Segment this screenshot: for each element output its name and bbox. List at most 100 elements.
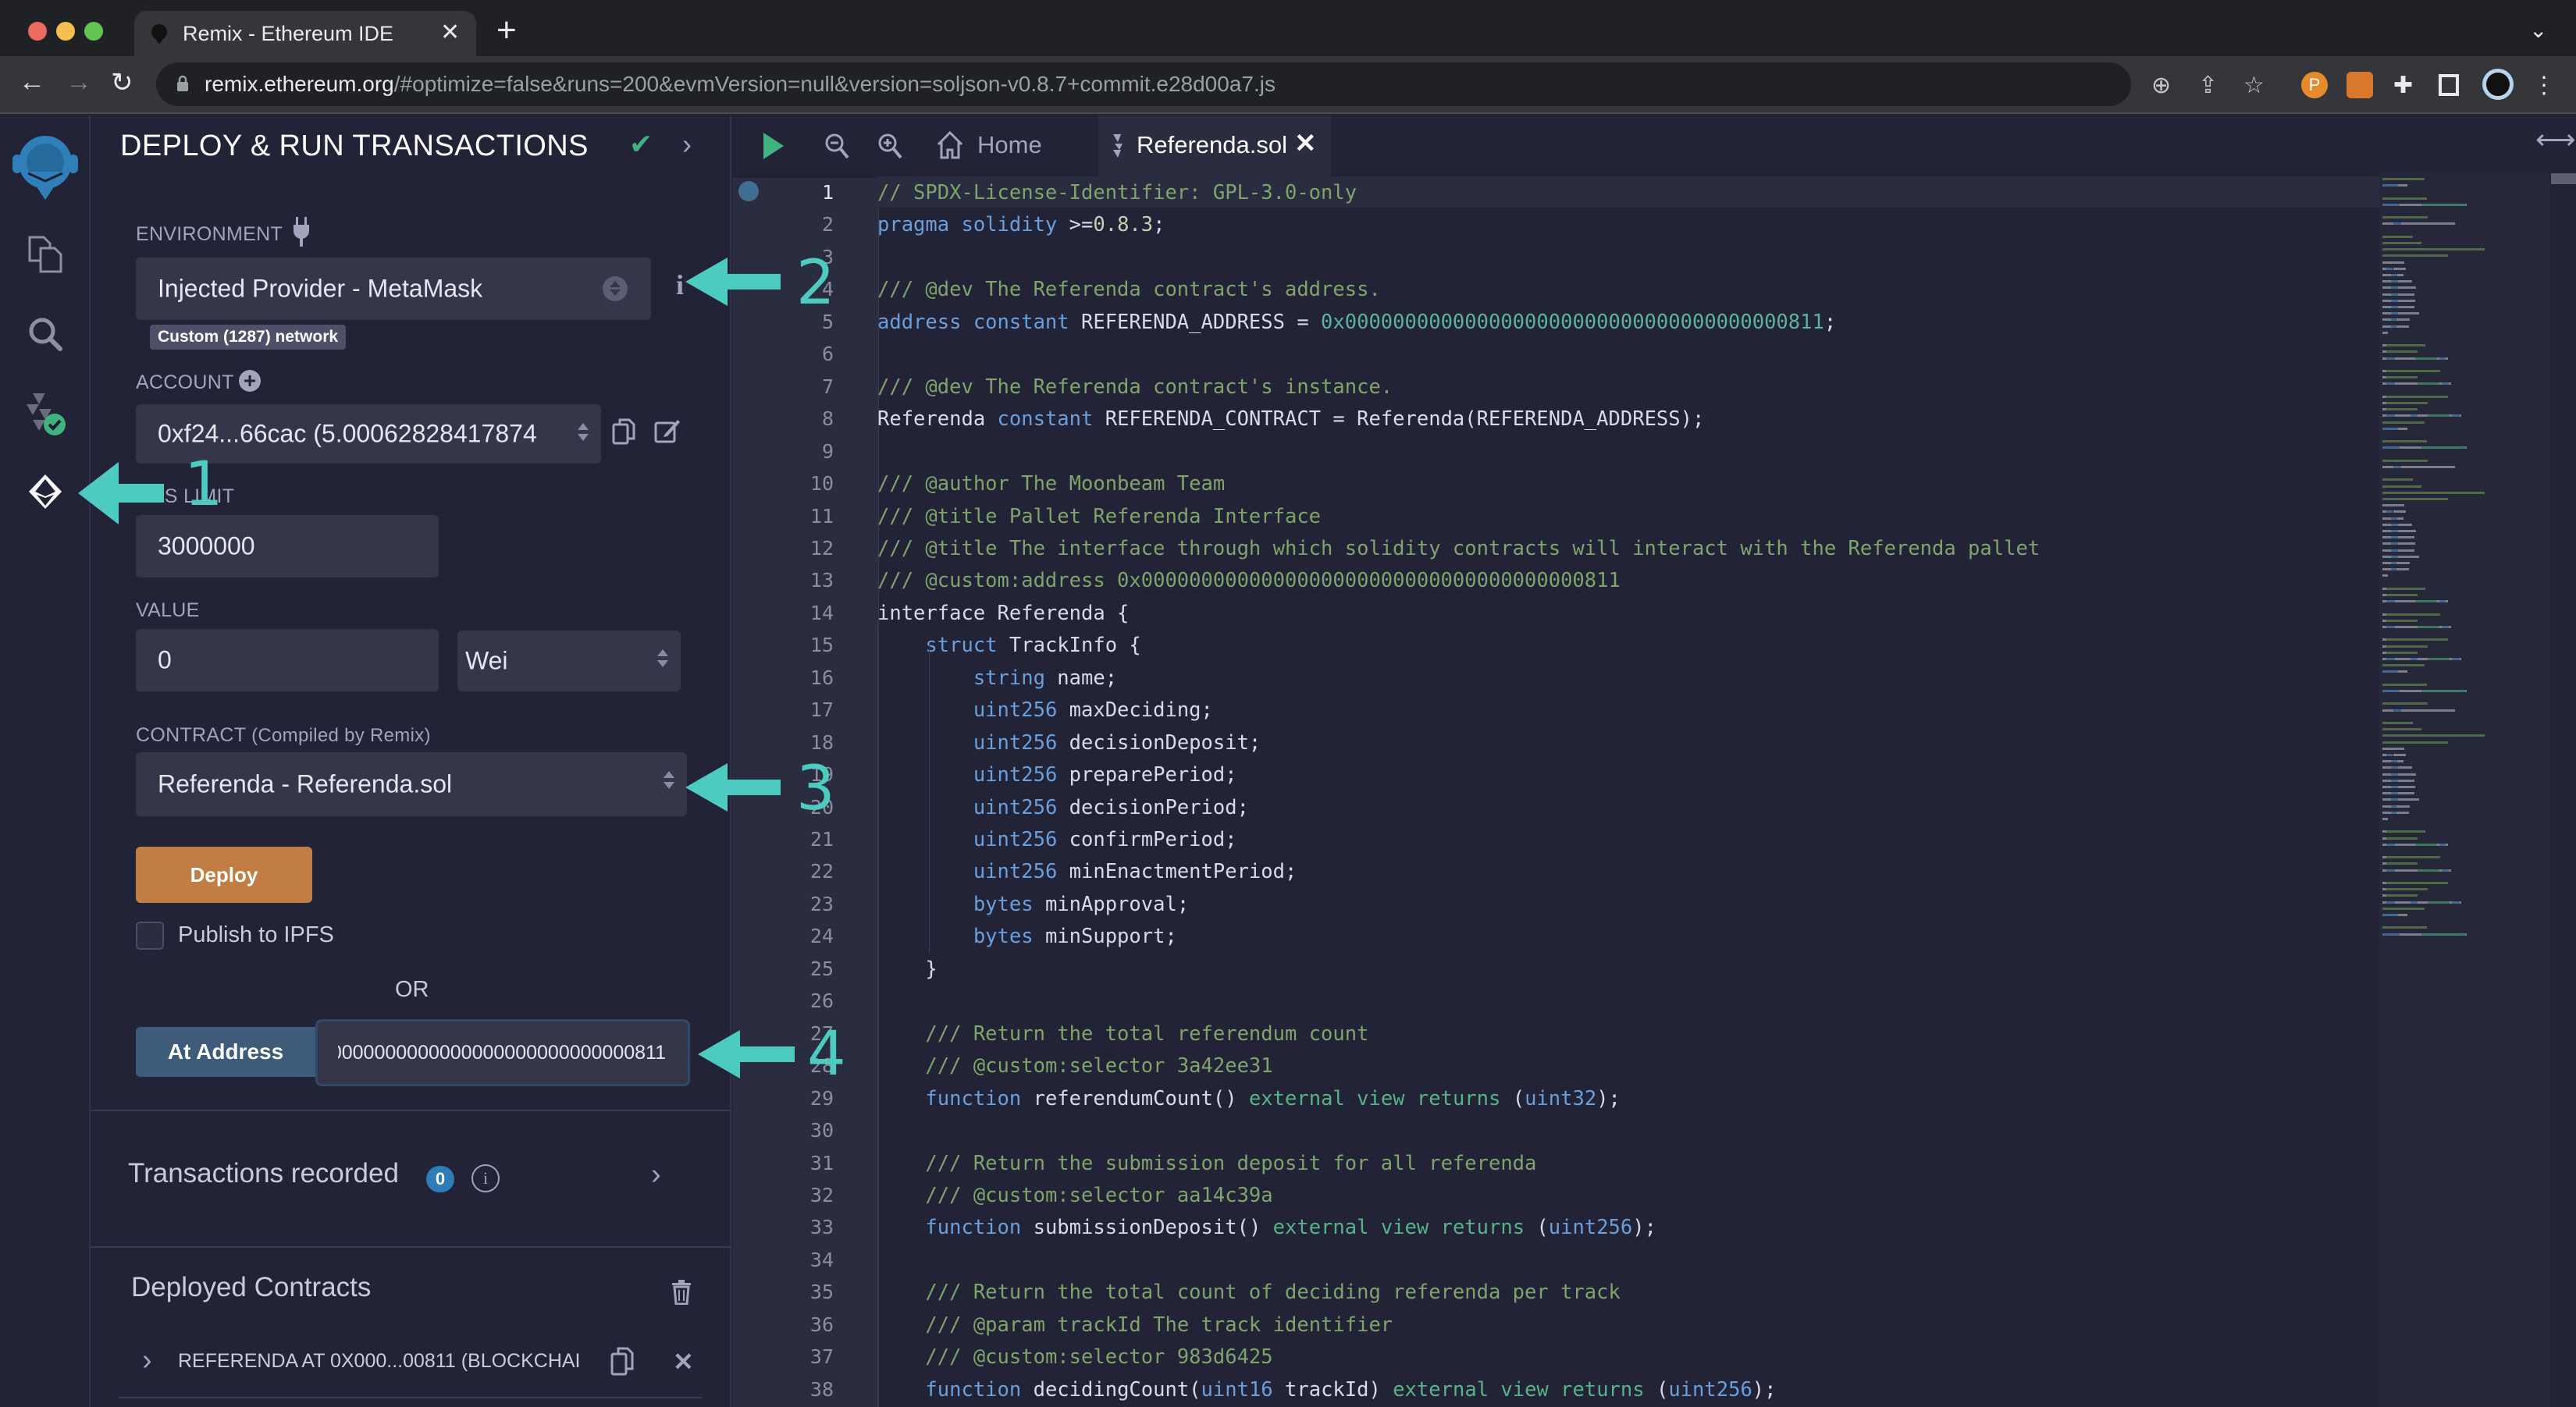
browser-tab[interactable]: Remix - Ethereum IDE ✕: [134, 11, 476, 56]
code-line[interactable]: bytes minApproval;: [877, 893, 1189, 916]
code-line[interactable]: uint256 preparePeriod;: [877, 763, 1237, 787]
code-line[interactable]: uint256 decisionDeposit;: [877, 731, 1261, 755]
minimap-token: [2390, 773, 2399, 776]
bookmark-star-icon[interactable]: ☆: [2243, 72, 2265, 99]
environment-info-icon[interactable]: i: [676, 268, 684, 301]
code-line[interactable]: // SPDX-License-Identifier: GPL-3.0-only: [877, 181, 1357, 204]
gas-limit-input[interactable]: 3000000: [136, 515, 439, 577]
code-line[interactable]: pragma solidity >=0.8.3;: [877, 213, 1165, 236]
code-line[interactable]: /// @dev The Referenda contract's instan…: [877, 375, 1393, 399]
code-line[interactable]: /// @title Pallet Referenda Interface: [877, 505, 1321, 528]
minimap-token: [2398, 555, 2420, 558]
code-line[interactable]: function submissionDeposit() external vi…: [877, 1216, 1656, 1239]
code-line[interactable]: /// @custom:selector 3a42ee31: [877, 1054, 1272, 1078]
copy-account-icon[interactable]: [612, 418, 635, 446]
editor-scrollbar-thumb[interactable]: [2551, 173, 2576, 184]
zoom-indicator-icon[interactable]: ⊕: [2151, 72, 2171, 99]
publish-ipfs-checkbox[interactable]: [136, 922, 164, 950]
polkadot-extension-icon[interactable]: P: [2301, 72, 2328, 98]
copy-contract-address-icon[interactable]: [610, 1347, 634, 1377]
tab-search-chevron-icon[interactable]: ⌄: [2529, 17, 2547, 43]
environment-select[interactable]: Injected Provider - MetaMask: [136, 258, 651, 320]
toggle-panel-resize-icon[interactable]: ⟷: [2535, 123, 2576, 156]
minimap-token: [2398, 306, 2414, 308]
browser-menu-icon[interactable]: ⋮: [2532, 72, 2556, 99]
share-icon[interactable]: ⇪: [2198, 72, 2218, 99]
compile-run-play-icon[interactable]: [762, 131, 785, 161]
minimap-token: [2382, 741, 2448, 744]
window-close-button[interactable]: [28, 22, 47, 41]
code-line[interactable]: /// Return the total referendum count: [877, 1022, 1368, 1046]
at-address-input[interactable]: 0x00000000000000000000000000000000000008…: [315, 1019, 690, 1086]
minimap-token: [2386, 645, 2428, 648]
panel-expand-chevron-icon[interactable]: ›: [682, 128, 692, 161]
extensions-puzzle-icon[interactable]: ✚: [2393, 72, 2413, 99]
code-line[interactable]: string name;: [877, 666, 1117, 690]
zoom-out-icon[interactable]: [824, 133, 849, 159]
code-line[interactable]: }: [877, 958, 937, 981]
code-line[interactable]: function decidingCount(uint16 trackId) e…: [877, 1378, 1776, 1402]
profile-avatar[interactable]: [2482, 69, 2514, 100]
code-line[interactable]: /// @dev The Referenda contract's addres…: [877, 278, 1381, 301]
code-line[interactable]: struct TrackInfo {: [877, 634, 1140, 657]
deploy-button[interactable]: Deploy: [136, 847, 312, 903]
minimap-token: [2417, 658, 2428, 660]
zoom-in-icon[interactable]: [877, 133, 902, 159]
back-button[interactable]: ←: [19, 67, 45, 98]
address-bar[interactable]: remix.ethereum.org/#optimize=false&runs=…: [156, 62, 2131, 106]
minimap-token: [2414, 600, 2438, 603]
close-tab-icon[interactable]: ✕: [440, 19, 460, 46]
code-line[interactable]: /// Return the submission deposit for al…: [877, 1152, 1536, 1175]
side-panel-icon[interactable]: [2439, 74, 2459, 96]
code-line[interactable]: uint256 maxDeciding;: [877, 698, 1213, 722]
clear-instances-trash-icon[interactable]: [671, 1280, 692, 1305]
transactions-recorded-header[interactable]: Transactions recorded 0 i ›: [128, 1158, 690, 1197]
remix-logo-icon[interactable]: [8, 130, 83, 208]
code-line[interactable]: /// @custom:address 0x000000000000000000…: [877, 569, 1621, 592]
window-minimize-button[interactable]: [56, 22, 75, 41]
search-icon[interactable]: [22, 311, 69, 357]
window-maximize-button[interactable]: [84, 22, 103, 41]
code-line[interactable]: /// Return the total count of deciding r…: [877, 1281, 1620, 1304]
solidity-compiler-icon[interactable]: [22, 390, 69, 437]
indent-guide: [877, 626, 878, 1407]
value-input[interactable]: 0: [136, 629, 439, 691]
value-unit-select[interactable]: Wei: [457, 631, 681, 691]
code-line[interactable]: /// @custom:selector 983d6425: [877, 1345, 1272, 1369]
code-line[interactable]: uint256 confirmPeriod;: [877, 828, 1237, 851]
code-line[interactable]: function referendumCount() external view…: [877, 1087, 1621, 1110]
reload-button[interactable]: ↻: [111, 67, 133, 98]
deployed-contract-item[interactable]: › REFERENDA AT 0X000...00811 (BLOCKCHAI …: [136, 1344, 698, 1383]
code-line[interactable]: uint256 decisionPeriod;: [877, 796, 1249, 819]
code-line[interactable]: address constant REFERENDA_ADDRESS = 0x0…: [877, 311, 1836, 334]
metamask-extension-icon[interactable]: [2347, 72, 2373, 98]
url-text[interactable]: remix.ethereum.org/#optimize=false&runs=…: [205, 72, 1276, 97]
code-line[interactable]: interface Referenda {: [877, 602, 1129, 625]
minimap-token: [2386, 651, 2418, 654]
forward-button[interactable]: →: [66, 67, 92, 98]
code-line[interactable]: uint256 minEnactmentPeriod;: [877, 860, 1297, 883]
expand-contract-chevron-icon[interactable]: ›: [142, 1344, 152, 1377]
new-tab-button[interactable]: +: [496, 11, 517, 50]
code-line[interactable]: /// @param trackId The track identifier: [877, 1313, 1393, 1337]
remove-contract-icon[interactable]: ✕: [673, 1347, 694, 1377]
at-address-button[interactable]: At Address: [136, 1027, 315, 1077]
deploy-run-sidebar-icon[interactable]: [22, 468, 69, 515]
code-line[interactable]: /// @title The interface through which s…: [877, 537, 2040, 560]
file-explorer-icon[interactable]: [22, 231, 69, 278]
minimap-token: [2390, 293, 2399, 296]
add-account-icon[interactable]: +: [239, 370, 261, 392]
code-line[interactable]: /// @author The Moonbeam Team: [877, 472, 1225, 496]
transactions-info-icon[interactable]: i: [471, 1164, 500, 1192]
code-line[interactable]: /// @custom:selector aa14c39a: [877, 1184, 1272, 1207]
close-tab-icon[interactable]: ✕: [1294, 128, 1317, 159]
minimap-token: [2398, 798, 2420, 801]
minimap-token: [2382, 184, 2399, 187]
expand-chevron-icon[interactable]: ›: [651, 1158, 661, 1192]
code-line[interactable]: Referenda constant REFERENDA_CONTRACT = …: [877, 407, 1704, 431]
minimap-token: [2398, 786, 2415, 788]
contract-select[interactable]: Referenda - Referenda.sol: [136, 752, 687, 816]
sign-message-edit-icon[interactable]: [654, 417, 681, 445]
code-line[interactable]: bytes minSupport;: [877, 925, 1177, 948]
deployed-contracts-label: Deployed Contracts: [131, 1272, 372, 1302]
